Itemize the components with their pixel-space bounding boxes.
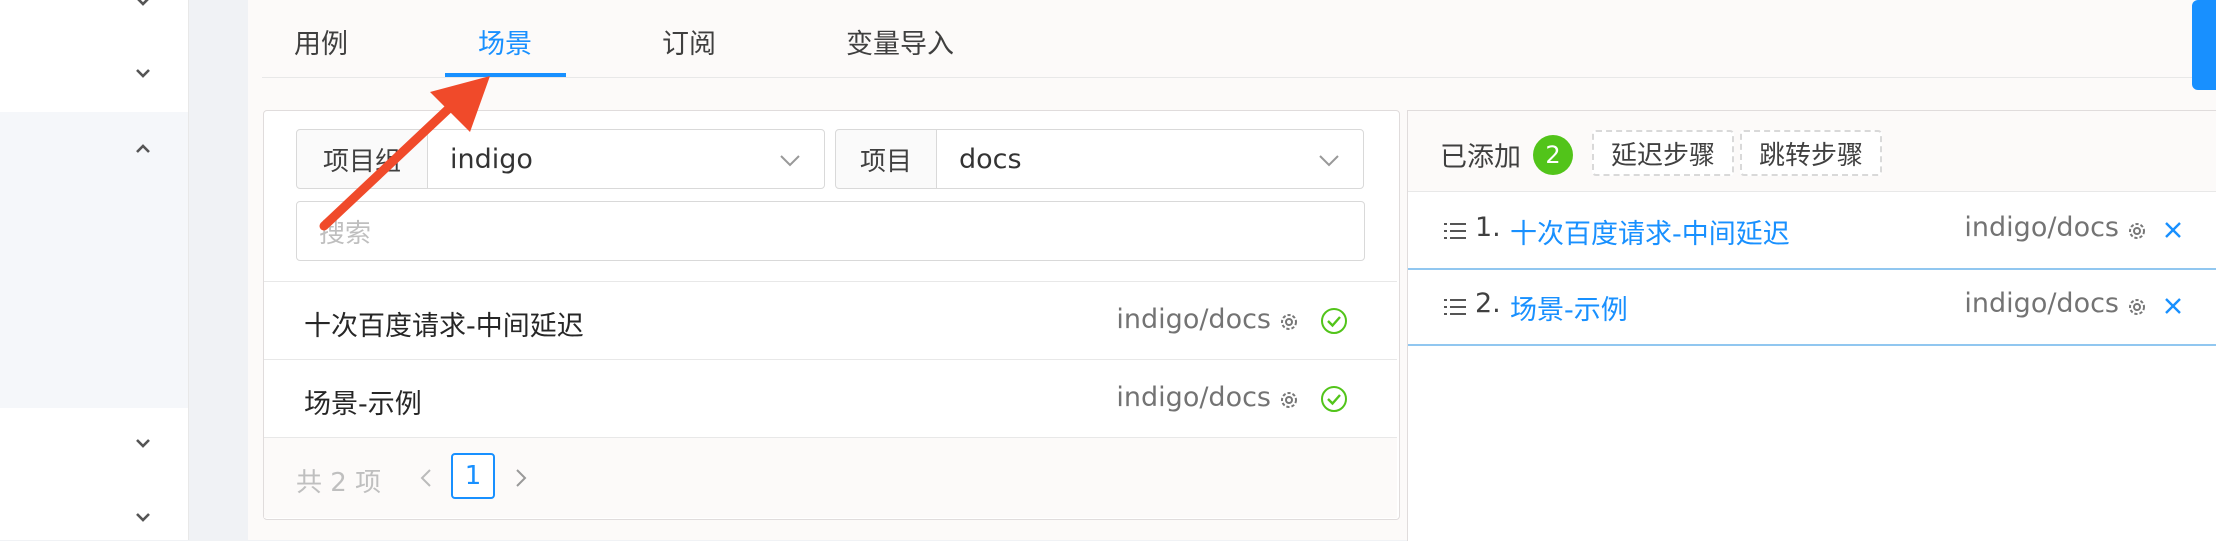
step-index: 1. xyxy=(1475,212,1501,243)
add-delay-step-button[interactable]: 延迟步骤 xyxy=(1592,130,1734,176)
check-circle-icon[interactable] xyxy=(1319,384,1349,414)
close-icon[interactable] xyxy=(2162,219,2184,241)
add-jump-step-button[interactable]: 跳转步骤 xyxy=(1740,130,1882,176)
chevron-down-icon xyxy=(780,155,800,167)
check-circle-icon[interactable] xyxy=(1319,306,1349,336)
sidebar xyxy=(0,0,189,540)
scene-name: 十次百度请求-中间延迟 xyxy=(304,311,584,342)
chevron-down-icon[interactable] xyxy=(132,432,154,454)
project-label: 项目 xyxy=(835,129,937,189)
project-value: docs xyxy=(959,143,1022,175)
scene-name: 场景-示例 xyxy=(304,389,422,420)
drag-handle-icon[interactable] xyxy=(1444,220,1466,242)
gear-icon[interactable] xyxy=(1277,310,1301,334)
gear-icon[interactable] xyxy=(2125,295,2149,319)
chevron-left-icon[interactable] xyxy=(414,464,438,492)
added-label: 已添加 xyxy=(1440,142,1521,173)
step-item[interactable]: 1. 十次百度请求-中间延迟 indigo/docs xyxy=(1408,194,2216,270)
step-link[interactable]: 场景-示例 xyxy=(1510,288,1628,327)
annotation-arrow xyxy=(319,76,490,231)
scene-project: indigo/docs xyxy=(1116,304,1271,335)
step-project: indigo/docs xyxy=(1964,212,2119,243)
chevron-right-icon[interactable] xyxy=(509,464,533,492)
close-icon[interactable] xyxy=(2162,295,2184,317)
tab-scenes[interactable]: 场景 xyxy=(478,22,532,61)
gear-icon[interactable] xyxy=(1277,388,1301,412)
sidebar-active-section xyxy=(0,112,188,408)
pagination-total: 共 2 项 xyxy=(296,468,382,498)
added-count-badge: 2 xyxy=(1533,135,1573,175)
list-item[interactable]: 十次百度请求-中间延迟 indigo/docs xyxy=(264,281,1397,360)
chevron-down-icon xyxy=(1319,155,1339,167)
step-project: indigo/docs xyxy=(1964,288,2119,319)
scrollbar[interactable] xyxy=(2192,0,2216,90)
scene-project: indigo/docs xyxy=(1116,382,1271,413)
chevron-down-icon[interactable] xyxy=(132,0,154,12)
tab-variable-import[interactable]: 变量导入 xyxy=(846,22,954,61)
added-steps-header: 已添加 2 延迟步骤 跳转步骤 xyxy=(1408,111,2216,192)
chevron-down-icon[interactable] xyxy=(132,62,154,84)
step-link[interactable]: 十次百度请求-中间延迟 xyxy=(1510,212,1790,251)
tab-bar xyxy=(262,0,2216,78)
tab-subscriptions[interactable]: 订阅 xyxy=(662,22,716,61)
chevron-up-icon[interactable] xyxy=(132,138,154,160)
chevron-down-icon[interactable] xyxy=(132,506,154,528)
project-select[interactable]: docs xyxy=(936,129,1364,189)
drag-handle-icon[interactable] xyxy=(1444,296,1466,318)
tab-use-cases[interactable]: 用例 xyxy=(294,22,348,61)
step-item[interactable]: 2. 场景-示例 indigo/docs xyxy=(1408,270,2216,346)
gear-icon[interactable] xyxy=(2125,219,2149,243)
list-item[interactable]: 场景-示例 indigo/docs xyxy=(264,359,1397,438)
pagination-page-1[interactable]: 1 xyxy=(451,453,495,499)
pagination: 共 2 项 1 xyxy=(264,437,1397,518)
step-index: 2. xyxy=(1475,288,1501,319)
